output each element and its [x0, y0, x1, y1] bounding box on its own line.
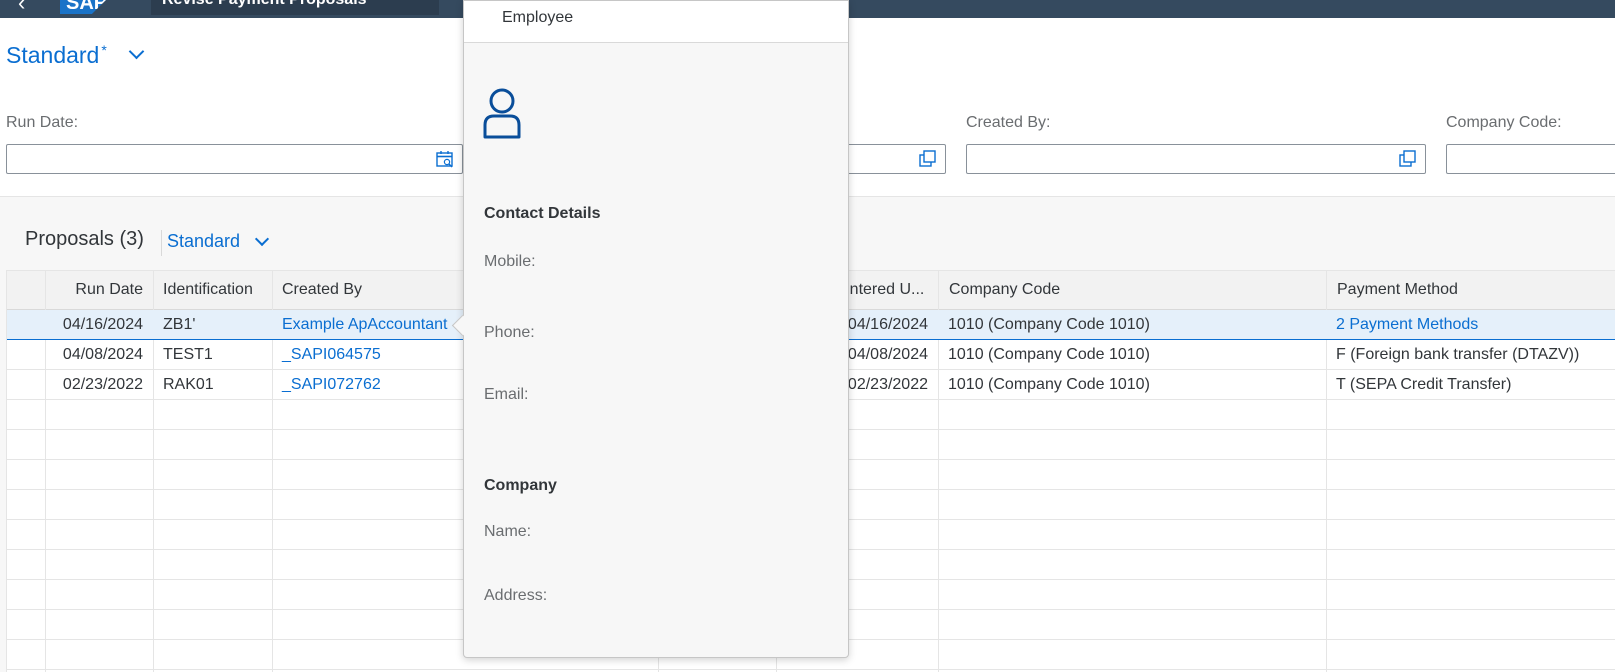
company-address-label: Address: — [484, 587, 548, 604]
payment-method-link[interactable]: 2 Payment Methods — [1326, 310, 1615, 339]
column-header-payment-method[interactable]: Payment Method — [1327, 271, 1615, 311]
table-variant-selector[interactable]: Standard — [167, 231, 270, 252]
popover-title: Employee — [502, 9, 574, 26]
company-code-cell: 1010 (Company Code 1010) — [948, 316, 1150, 333]
column-header-identification[interactable]: Identification — [153, 271, 272, 311]
run-date-cell: 04/16/2024 — [62, 316, 143, 333]
value-help-icon[interactable] — [1399, 150, 1417, 168]
page-variant-label: Standard — [6, 42, 100, 68]
run-date-input[interactable] — [6, 144, 463, 174]
payment-method-cell: F (Foreign bank transfer (DTAZV)) — [1336, 346, 1580, 363]
created-by-label: Created By: — [966, 114, 1051, 131]
identification-cell: TEST1 — [163, 346, 213, 363]
sap-logo[interactable]: SAP — [60, 0, 118, 14]
mobile-label: Mobile: — [484, 253, 536, 270]
person-icon — [483, 88, 521, 139]
identification-cell: RAK01 — [163, 376, 214, 393]
filter-field-2-input[interactable] — [840, 144, 946, 174]
column-header-run-date[interactable]: Run Date — [45, 271, 153, 311]
run-date-cell: 04/08/2024 — [62, 346, 143, 363]
back-arrow-icon[interactable]: ‹ — [18, 0, 25, 16]
table-title: Proposals (3) — [25, 228, 144, 250]
column-header-company-code[interactable]: Company Code — [939, 271, 1327, 311]
run-date-label: Run Date: — [6, 114, 79, 131]
table-variant-label: Standard — [167, 231, 241, 251]
created-by-input[interactable] — [966, 144, 1426, 174]
company-code-label: Company Code: — [1446, 114, 1562, 131]
created-by-link[interactable]: _SAPI072762 — [272, 370, 472, 399]
company-code-input[interactable] — [1446, 144, 1615, 174]
chevron-down-icon[interactable] — [255, 231, 270, 247]
app-title: Revise Payment Proposals — [162, 0, 367, 10]
column-header-created-by[interactable]: Created By — [272, 271, 472, 311]
employee-popover: Employee Contact Details Mobile: Phone: … — [451, 0, 849, 658]
payment-method-cell: T (SEPA Credit Transfer) — [1336, 376, 1512, 393]
chevron-down-icon[interactable] — [128, 43, 145, 60]
company-name-label: Name: — [484, 523, 532, 540]
created-by-link[interactable]: _SAPI064575 — [272, 340, 472, 369]
company-code-cell: 1010 (Company Code 1010) — [948, 376, 1150, 393]
created-by-link[interactable]: Example ApAccountant — [272, 310, 472, 339]
variant-modified-marker: * — [101, 42, 107, 58]
calendar-icon[interactable] — [436, 150, 454, 168]
popover-header: Employee — [464, 1, 848, 43]
title-separator — [161, 230, 162, 256]
page-variant-selector[interactable]: Standard * — [6, 42, 145, 69]
value-help-icon[interactable] — [919, 150, 937, 168]
company-code-cell: 1010 (Company Code 1010) — [948, 346, 1150, 363]
contact-details-heading: Contact Details — [484, 205, 601, 222]
email-label: Email: — [484, 386, 529, 403]
run-date-cell: 02/23/2022 — [62, 376, 143, 393]
phone-label: Phone: — [484, 324, 535, 341]
identification-cell: ZB1' — [163, 316, 196, 333]
company-heading: Company — [484, 477, 557, 494]
